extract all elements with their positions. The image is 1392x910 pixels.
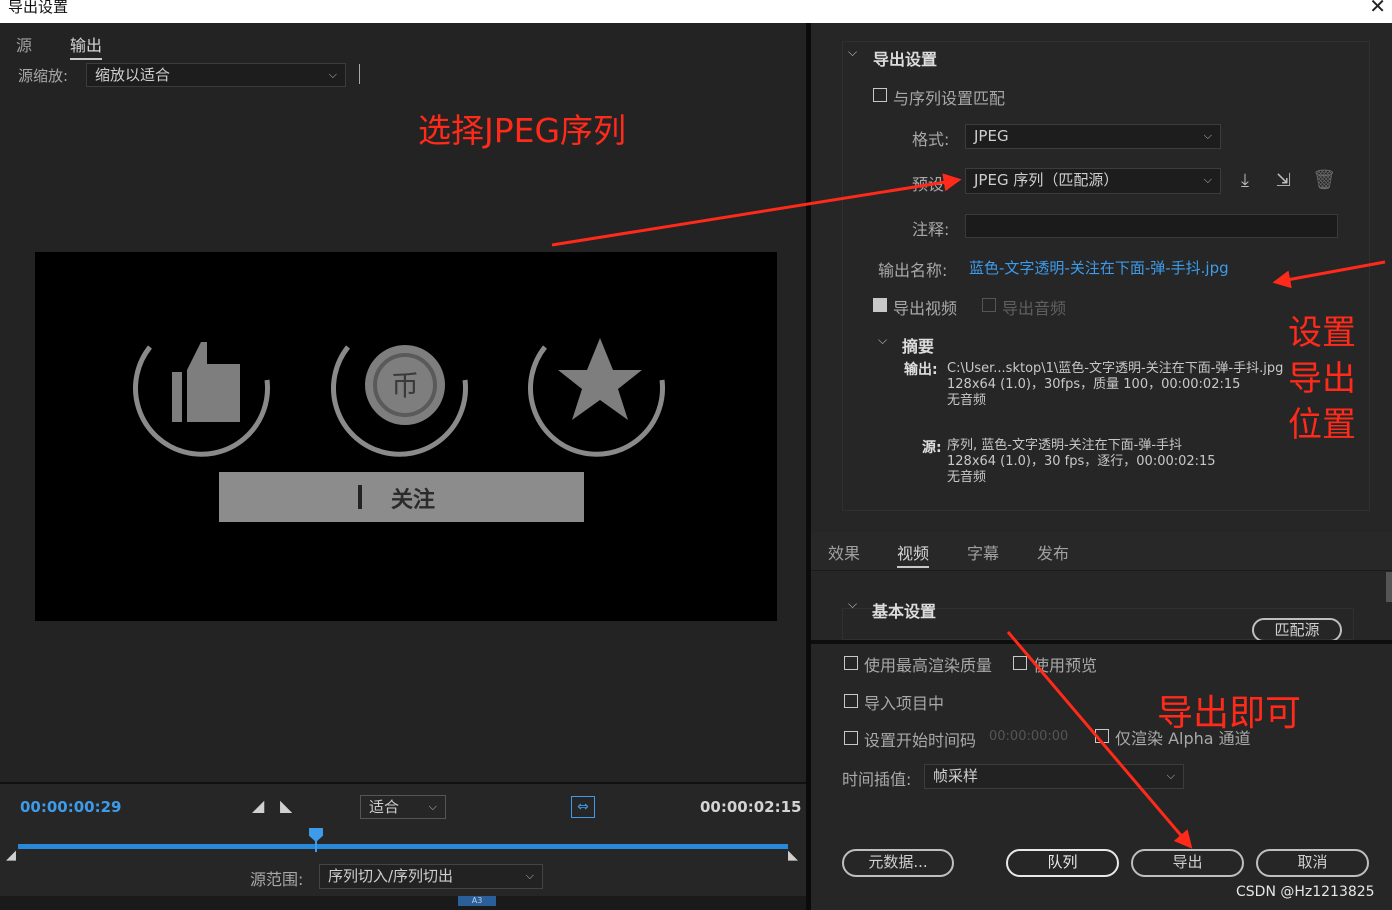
cancel-button[interactable]: 取消 bbox=[1256, 849, 1369, 877]
out-marker-icon[interactable]: ◣ bbox=[788, 848, 798, 863]
source-range-value: 序列切入/序列切出 bbox=[328, 867, 454, 885]
chevron-down-icon: ⌵ bbox=[1203, 173, 1212, 186]
follow-text: 关注 bbox=[391, 487, 435, 513]
summary-source-text: 序列, 蓝色-文字透明-关注在下面-弹-手抖 128x64 (1.0)，30 f… bbox=[947, 438, 1216, 485]
set-in-point-icon[interactable]: ◢ bbox=[252, 796, 264, 815]
svg-text:币: 币 bbox=[391, 369, 419, 402]
separator bbox=[0, 782, 806, 784]
track-badge: A3 bbox=[458, 896, 496, 906]
source-range-label: 源范围: bbox=[250, 870, 304, 889]
current-timecode[interactable]: 00:00:00:29 bbox=[20, 798, 122, 816]
basic-settings-header: 基本设置 bbox=[872, 602, 937, 621]
format-label: 格式: bbox=[912, 130, 950, 149]
timeline-bar[interactable] bbox=[18, 844, 788, 849]
aspect-toggle-icon[interactable]: ⇔ bbox=[571, 796, 595, 818]
thumbs-up-icon bbox=[187, 342, 240, 422]
chevron-down-icon: ⌵ bbox=[1203, 129, 1212, 142]
in-marker-icon[interactable]: ◢ bbox=[6, 848, 16, 863]
delete-preset-icon[interactable]: 🗑 bbox=[1312, 168, 1336, 191]
export-video-label: 导出视频 bbox=[893, 299, 958, 318]
chevron-down-icon: ⌵ bbox=[328, 68, 337, 81]
export-video-checkbox[interactable] bbox=[873, 298, 887, 312]
source-scale-dropdown[interactable]: 缩放以适合 ⌵ bbox=[86, 63, 346, 87]
watermark: CSDN @Hz1213825 bbox=[1236, 884, 1375, 900]
playback-area: 00:00:00:29 ◢ ◣ 适合 ⌵ ⇔ 00:00:02:15 ◢ ◣ 源… bbox=[0, 782, 806, 910]
tab-captions[interactable]: 字幕 bbox=[967, 540, 999, 564]
source-scale-label: 源缩放: bbox=[18, 67, 69, 85]
preset-value: JPEG 序列（匹配源） bbox=[974, 171, 1119, 189]
thumb-base bbox=[172, 372, 182, 422]
fit-value: 适合 bbox=[369, 798, 400, 816]
video-preview: 币 关注 bbox=[35, 252, 777, 621]
preset-label: 预设: bbox=[912, 175, 950, 194]
preset-dropdown[interactable]: JPEG 序列（匹配源） ⌵ bbox=[965, 168, 1221, 194]
scrollbar-thumb[interactable] bbox=[1386, 572, 1392, 602]
tab-publish[interactable]: 发布 bbox=[1037, 540, 1069, 564]
summary-source-label: 源: bbox=[922, 440, 942, 456]
import-project-label: 导入项目中 bbox=[864, 694, 945, 713]
chevron-down-icon: ⌵ bbox=[1166, 769, 1175, 782]
preview-graphic: 币 关注 bbox=[133, 338, 665, 522]
time-interpolation-label: 时间插值: bbox=[842, 770, 912, 789]
match-sequence-checkbox[interactable] bbox=[873, 88, 887, 102]
queue-button[interactable]: 队列 bbox=[1006, 849, 1119, 877]
collapse-chevron-icon[interactable]: ⌵ bbox=[848, 45, 857, 60]
max-render-quality-checkbox[interactable] bbox=[844, 656, 858, 670]
metadata-button[interactable]: 元数据... bbox=[842, 849, 954, 877]
tab-output[interactable]: 输出 bbox=[70, 32, 103, 60]
basic-chevron-icon[interactable]: ⌵ bbox=[848, 597, 857, 612]
close-icon[interactable]: ✕ bbox=[1369, 0, 1386, 18]
tab-video[interactable]: 视频 bbox=[897, 540, 930, 568]
import-project-checkbox[interactable] bbox=[844, 694, 858, 708]
time-interpolation-value: 帧采样 bbox=[933, 767, 979, 785]
comment-input[interactable] bbox=[965, 214, 1338, 238]
annotation-export: 导出即可 bbox=[1157, 693, 1302, 734]
import-preset-icon[interactable]: ⇲ bbox=[1276, 170, 1291, 191]
divider bbox=[359, 64, 360, 84]
chevron-down-icon: ⌵ bbox=[525, 869, 534, 882]
start-timecode-value[interactable]: 00:00:00:00 bbox=[989, 729, 1068, 744]
tab-effects[interactable]: 效果 bbox=[828, 540, 860, 564]
total-timecode: 00:00:02:15 bbox=[700, 798, 802, 816]
format-dropdown[interactable]: JPEG ⌵ bbox=[965, 124, 1221, 149]
summary-output-label: 输出: bbox=[904, 362, 938, 378]
comment-label: 注释: bbox=[912, 220, 950, 239]
source-range-dropdown[interactable]: 序列切入/序列切出 ⌵ bbox=[319, 864, 543, 889]
summary-header: 摘要 bbox=[902, 337, 935, 356]
section-divider[interactable] bbox=[811, 640, 1392, 644]
match-sequence-label: 与序列设置匹配 bbox=[893, 89, 1006, 108]
title-bar: 导出设置 ✕ bbox=[0, 0, 1392, 23]
export-button[interactable]: 导出 bbox=[1131, 849, 1244, 877]
render-alpha-only-checkbox[interactable] bbox=[1095, 729, 1109, 743]
chevron-down-icon: ⌵ bbox=[428, 800, 437, 813]
set-start-timecode-checkbox[interactable] bbox=[844, 731, 858, 745]
output-name-label: 输出名称: bbox=[878, 261, 948, 280]
annotation-select-jpeg: 选择JPEG序列 bbox=[418, 111, 627, 150]
fit-dropdown[interactable]: 适合 ⌵ bbox=[360, 795, 446, 819]
set-start-timecode-label: 设置开始时间码 bbox=[864, 731, 977, 750]
export-audio-checkbox[interactable] bbox=[982, 298, 996, 312]
use-preview-label: 使用预览 bbox=[1033, 656, 1098, 675]
annotation-set-location: 设置导出位置 bbox=[1288, 313, 1356, 445]
format-value: JPEG bbox=[974, 127, 1009, 145]
playhead-line bbox=[315, 840, 317, 852]
window-title: 导出设置 bbox=[8, 0, 69, 16]
save-preset-icon[interactable]: ⤓ bbox=[1241, 170, 1249, 191]
star-icon bbox=[558, 338, 642, 420]
summary-chevron-icon[interactable]: ⌵ bbox=[878, 333, 887, 348]
timeline-strip bbox=[0, 896, 806, 910]
time-interpolation-dropdown[interactable]: 帧采样 ⌵ bbox=[924, 764, 1184, 789]
match-source-button[interactable]: 匹配源 bbox=[1252, 618, 1342, 642]
summary-output-text: C:\User...sktop\1\蓝色-文字透明-关注在下面-弹-手抖.jpg… bbox=[947, 361, 1284, 408]
use-preview-checkbox[interactable] bbox=[1013, 656, 1027, 670]
output-name-link[interactable]: 蓝色-文字透明-关注在下面-弹-手抖.jpg bbox=[969, 257, 1229, 278]
max-render-quality-label: 使用最高渲染质量 bbox=[864, 656, 993, 675]
export-audio-label: 导出音频 bbox=[1002, 299, 1067, 318]
set-out-point-icon[interactable]: ◣ bbox=[280, 796, 292, 815]
tab-source[interactable]: 源 bbox=[16, 32, 32, 56]
source-scale-value: 缩放以适合 bbox=[95, 66, 171, 84]
export-settings-header: 导出设置 bbox=[873, 50, 938, 69]
